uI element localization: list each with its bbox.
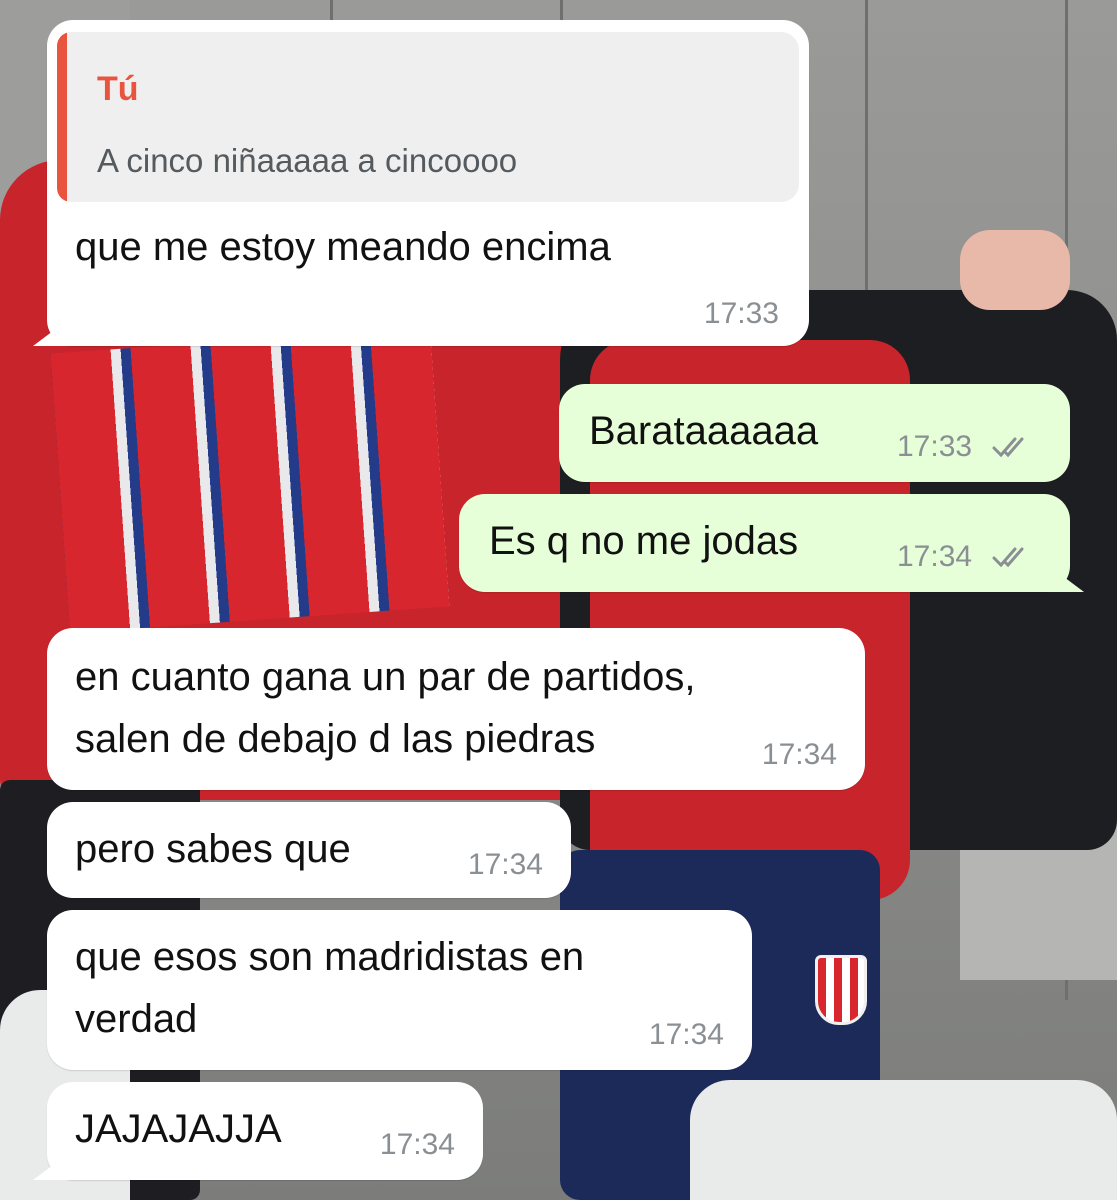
message-text: pero sabes que [75,827,351,871]
message-text: que esos son madridistas en verdad [75,935,585,1041]
quote-accent-bar [57,32,67,202]
message-text: en cuanto gana un par de partidos, salen… [75,655,696,761]
message-text: JAJAJAJJA [75,1107,282,1151]
message-bubble-outgoing[interactable]: Es q no me jodas 17:34 [459,494,1084,592]
quote-author: Tú [97,70,139,108]
message-bubble-incoming[interactable]: que esos son madridistas en verdad 17:34 [47,910,752,1070]
message-timestamp: 17:34 [761,738,837,771]
message-timestamp: 17:34 [897,540,973,573]
quoted-message[interactable]: Tú A cinco niñaaaaa a cincoooo [57,32,799,202]
message-timestamp: 17:34 [467,848,543,881]
message-timestamp: 17:34 [379,1128,455,1161]
message-timestamp: 17:33 [897,430,973,463]
read-ticks-icon [992,437,1024,458]
message-bubble-incoming[interactable]: en cuanto gana un par de partidos, salen… [47,628,865,790]
message-bubble-outgoing[interactable]: Baratаaaaaa 17:33 [559,384,1070,482]
message-bubble-incoming[interactable]: pero sabes que 17:34 [47,802,571,898]
read-ticks-icon [992,547,1024,568]
message-timestamp: 17:33 [703,297,779,330]
message-text: Baratаaaaaa [589,409,819,453]
message-bubble-incoming[interactable]: JAJAJAJJA 17:34 [33,1082,483,1180]
message-text: que me estoy meando encima [75,225,611,269]
message-text: Es q no me jodas [489,519,799,563]
message-timestamp: 17:34 [648,1018,724,1051]
message-bubble-incoming[interactable]: Tú A cinco niñaaaaa a cincoooo que me es… [33,20,809,346]
quote-text: A cinco niñaaaaa a cincoooo [97,142,518,179]
